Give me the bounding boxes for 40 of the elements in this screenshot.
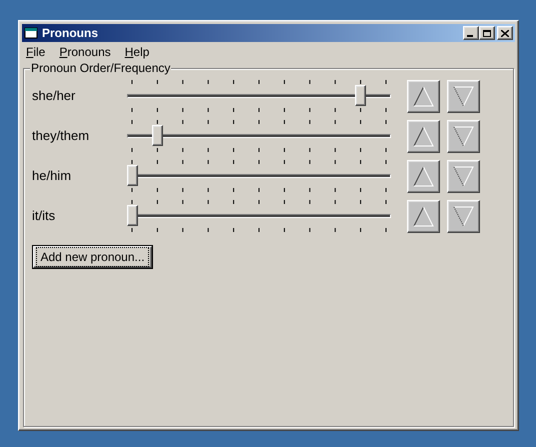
window-title: Pronouns xyxy=(42,25,99,42)
slider-thumb[interactable] xyxy=(355,85,366,106)
window-icon xyxy=(24,27,38,39)
slider-thumb[interactable] xyxy=(126,165,138,186)
menu-item[interactable]: Help xyxy=(124,42,150,60)
down-triangle-icon xyxy=(453,166,474,186)
slider-thumb[interactable] xyxy=(152,125,163,146)
move-down-button[interactable] xyxy=(447,160,480,192)
move-up-button[interactable] xyxy=(407,160,440,192)
slider-thumb[interactable] xyxy=(126,205,138,226)
up-triangle-icon xyxy=(413,126,434,146)
pronoun-label: she/her xyxy=(32,87,76,106)
move-up-button[interactable] xyxy=(407,200,440,232)
up-triangle-icon xyxy=(413,206,434,226)
close-button[interactable] xyxy=(497,26,513,40)
slider-track[interactable] xyxy=(127,85,391,107)
add-pronoun-button[interactable]: Add new pronoun... xyxy=(32,245,153,269)
maximize-icon xyxy=(483,30,491,36)
move-down-button[interactable] xyxy=(447,120,480,152)
pronoun-label: he/him xyxy=(32,167,72,186)
down-triangle-icon xyxy=(453,206,474,226)
close-icon xyxy=(501,30,509,36)
slider-track[interactable] xyxy=(127,165,391,187)
slider-track[interactable] xyxy=(127,205,391,227)
group-title: Pronoun Order/Frequency xyxy=(30,61,172,75)
move-down-button[interactable] xyxy=(447,200,480,232)
menu-item[interactable]: File xyxy=(26,42,46,60)
minimize-button[interactable] xyxy=(463,26,479,40)
pronoun-label: it/its xyxy=(32,207,56,226)
up-triangle-icon xyxy=(413,86,434,106)
menu-item[interactable]: Pronouns xyxy=(59,42,111,60)
move-up-button[interactable] xyxy=(407,120,440,152)
up-triangle-icon xyxy=(413,166,434,186)
down-triangle-icon xyxy=(453,126,474,146)
move-down-button[interactable] xyxy=(447,80,480,112)
pronoun-label: they/them xyxy=(32,127,90,146)
down-triangle-icon xyxy=(453,86,474,106)
slider-track[interactable] xyxy=(127,125,391,147)
maximize-button[interactable] xyxy=(479,26,495,40)
move-up-button[interactable] xyxy=(407,80,440,112)
